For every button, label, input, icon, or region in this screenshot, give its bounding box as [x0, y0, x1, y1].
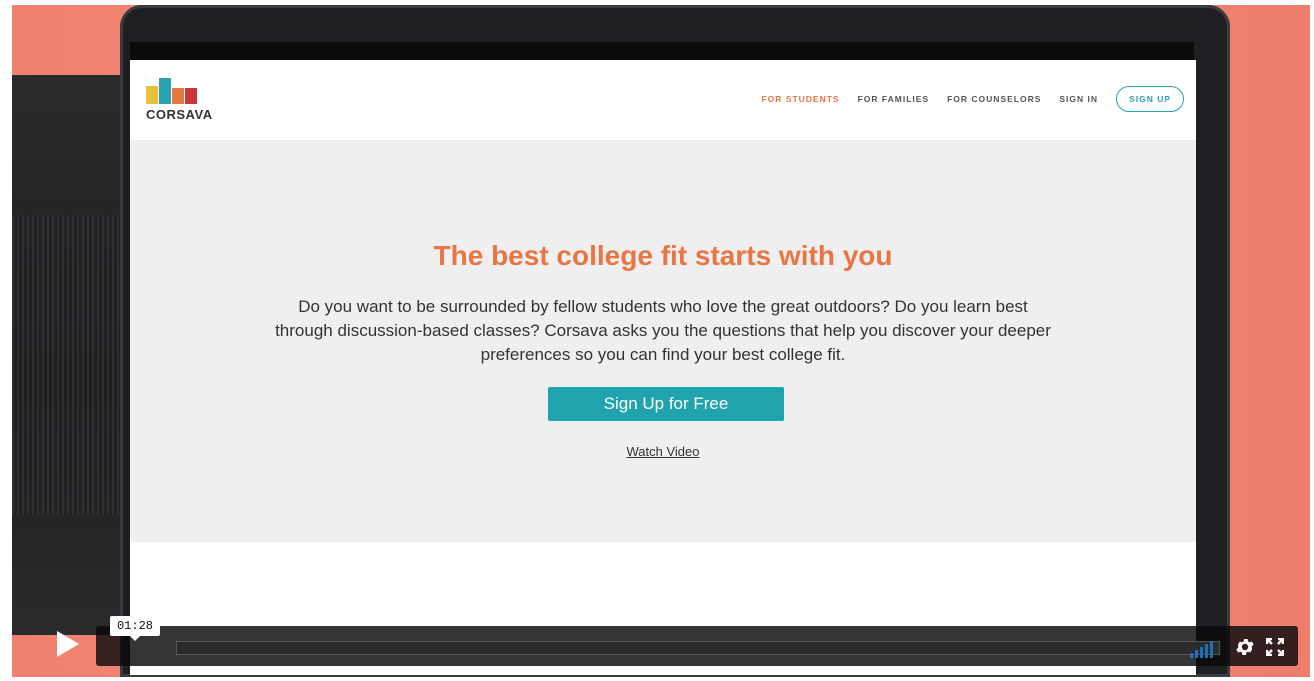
play-icon[interactable] — [42, 628, 94, 660]
site-header: CORSAVA FOR STUDENTS FOR FAMILIES FOR CO… — [130, 60, 1196, 136]
nav-for-counselors[interactable]: FOR COUNSELORS — [947, 94, 1041, 104]
corsava-logo[interactable]: CORSAVA — [146, 78, 213, 122]
nav-for-families[interactable]: FOR FAMILIES — [858, 94, 930, 104]
fullscreen-icon[interactable] — [1265, 637, 1285, 657]
control-bar — [96, 626, 1298, 666]
website: CORSAVA FOR STUDENTS FOR FAMILIES FOR CO… — [130, 60, 1196, 675]
player-controls — [42, 626, 1298, 670]
hero-title: The best college fit starts with you — [433, 240, 893, 271]
nav-sign-in[interactable]: SIGN IN — [1059, 94, 1098, 104]
hero-section: The best college fit starts with you Do … — [130, 140, 1196, 542]
watch-video-link[interactable]: Watch Video — [130, 444, 1196, 459]
sign-up-free-button[interactable]: Sign Up for Free — [548, 387, 784, 421]
logo-text: CORSAVA — [146, 107, 213, 122]
gear-icon[interactable] — [1234, 636, 1256, 658]
progress-bar[interactable] — [176, 641, 1220, 655]
camera-body — [12, 75, 132, 635]
time-tooltip: 01:28 — [110, 616, 160, 641]
main-nav: FOR STUDENTS FOR FAMILIES FOR COUNSELORS… — [743, 86, 1184, 112]
hero-body: Do you want to be surrounded by fellow s… — [275, 297, 1051, 364]
logo-mark-icon — [146, 78, 206, 104]
nav-for-students[interactable]: FOR STUDENTS — [761, 94, 839, 104]
nav-sign-up-button[interactable]: SIGN UP — [1116, 86, 1184, 112]
volume-icon[interactable] — [1190, 640, 1222, 658]
